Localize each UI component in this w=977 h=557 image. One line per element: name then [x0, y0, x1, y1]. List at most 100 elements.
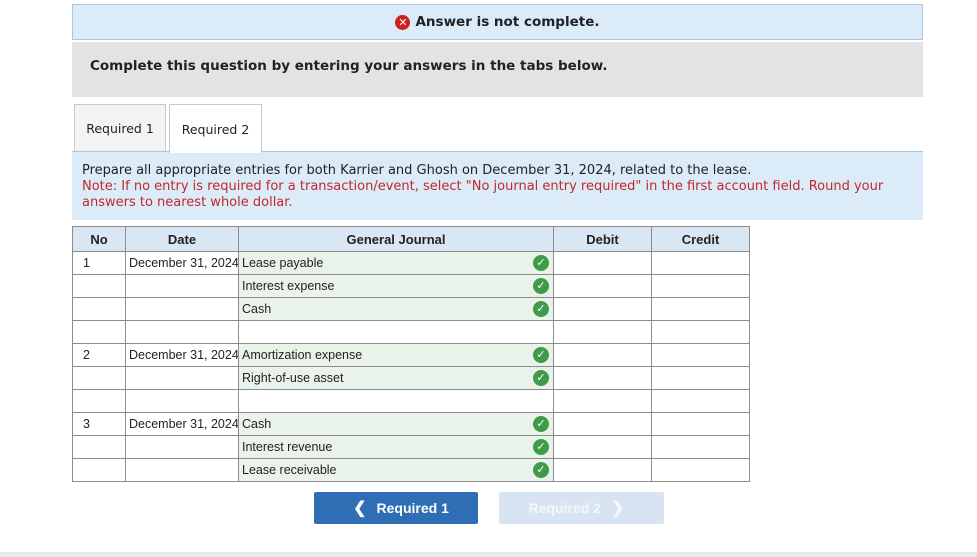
table-row: [72, 320, 750, 344]
date-cell[interactable]: [125, 435, 239, 459]
prev-button-label: Required 1: [376, 500, 449, 516]
x-icon: ✕: [395, 14, 411, 30]
date-cell[interactable]: December 31, 2024: [125, 343, 239, 367]
credit-field[interactable]: [651, 366, 750, 390]
date-cell[interactable]: [125, 458, 239, 482]
check-icon: ✓: [533, 439, 549, 455]
account-name: Lease receivable: [242, 463, 337, 477]
account-field[interactable]: [238, 389, 554, 413]
debit-field[interactable]: [553, 458, 652, 482]
check-icon: ✓: [533, 416, 549, 432]
divider: [0, 552, 977, 557]
account-field[interactable]: Interest expense ✓: [238, 274, 554, 298]
table-row: Cash ✓: [72, 297, 750, 321]
date-cell[interactable]: [125, 366, 239, 390]
account-name: Right-of-use asset: [242, 371, 344, 385]
debit-field[interactable]: [553, 274, 652, 298]
debit-field[interactable]: [553, 343, 652, 367]
credit-field[interactable]: [651, 320, 750, 344]
account-name: Amortization expense: [242, 348, 363, 362]
debit-field[interactable]: [553, 366, 652, 390]
account-field[interactable]: Lease receivable ✓: [238, 458, 554, 482]
date-cell[interactable]: December 31, 2024: [125, 412, 239, 436]
check-icon: ✓: [533, 462, 549, 478]
account-name: Cash: [242, 417, 272, 431]
account-field[interactable]: Cash ✓: [238, 412, 554, 436]
check-icon: ✓: [533, 370, 549, 386]
tab-required-1[interactable]: Required 1: [74, 104, 166, 152]
table-row: Interest expense ✓: [72, 274, 750, 298]
entry-no-cell: [72, 297, 126, 321]
chevron-right-icon: ❯: [610, 500, 625, 517]
entry-no-cell: [72, 320, 126, 344]
next-required-button[interactable]: Required 2 ❯: [499, 492, 664, 524]
account-field[interactable]: [238, 320, 554, 344]
date-cell[interactable]: [125, 297, 239, 321]
credit-field[interactable]: [651, 343, 750, 367]
check-icon: ✓: [533, 255, 549, 271]
entry-no-cell: 2: [72, 343, 126, 367]
date-cell[interactable]: [125, 320, 239, 344]
account-name: Interest expense: [242, 279, 335, 293]
question-text: Prepare all appropriate entries for both…: [82, 163, 752, 178]
debit-field[interactable]: [553, 251, 652, 275]
account-field[interactable]: Cash ✓: [238, 297, 554, 321]
date-cell[interactable]: [125, 274, 239, 298]
banner-text: Answer is not complete.: [415, 14, 600, 30]
debit-field[interactable]: [553, 297, 652, 321]
credit-field[interactable]: [651, 435, 750, 459]
date-cell[interactable]: December 31, 2024: [125, 251, 239, 275]
table-row: Interest revenue ✓: [72, 435, 750, 459]
debit-field[interactable]: [553, 412, 652, 436]
instruction-text: Complete this question by entering your …: [90, 58, 608, 74]
credit-field[interactable]: [651, 412, 750, 436]
header-general-journal: General Journal: [238, 226, 554, 252]
header-no: No: [72, 226, 126, 252]
table-row: 1 December 31, 2024 Lease payable ✓: [72, 251, 750, 275]
date-cell[interactable]: [125, 389, 239, 413]
header-credit: Credit: [651, 226, 750, 252]
header-debit: Debit: [553, 226, 652, 252]
check-icon: ✓: [533, 301, 549, 317]
tab-required-2[interactable]: Required 2: [169, 104, 262, 153]
table-header-row: No Date General Journal Debit Credit: [72, 226, 750, 252]
header-date: Date: [125, 226, 239, 252]
table-row: Right-of-use asset ✓: [72, 366, 750, 390]
next-button-label: Required 2: [528, 500, 601, 516]
entry-no-cell: [72, 274, 126, 298]
instruction-panel: Complete this question by entering your …: [72, 42, 923, 97]
debit-field[interactable]: [553, 320, 652, 344]
entry-no-cell: 1: [72, 251, 126, 275]
account-field[interactable]: Right-of-use asset ✓: [238, 366, 554, 390]
prev-required-button[interactable]: ❮ Required 1: [314, 492, 478, 524]
account-name: Interest revenue: [242, 440, 333, 454]
table-row: 3 December 31, 2024 Cash ✓: [72, 412, 750, 436]
check-icon: ✓: [533, 347, 549, 363]
entry-no-cell: 3: [72, 412, 126, 436]
table-row: 2 December 31, 2024 Amortization expense ✓: [72, 343, 750, 367]
chevron-left-icon: ❮: [353, 500, 367, 517]
credit-field[interactable]: [651, 251, 750, 275]
debit-field[interactable]: [553, 435, 652, 459]
account-name: Cash: [242, 302, 272, 316]
credit-field[interactable]: [651, 458, 750, 482]
entry-no-cell: [72, 389, 126, 413]
account-field[interactable]: Interest revenue ✓: [238, 435, 554, 459]
entry-no-cell: [72, 435, 126, 459]
answer-status-banner: ✕ Answer is not complete.: [72, 4, 923, 40]
account-field[interactable]: Lease payable ✓: [238, 251, 554, 275]
table-row: Lease receivable ✓: [72, 458, 750, 482]
entry-no-cell: [72, 458, 126, 482]
credit-field[interactable]: [651, 389, 750, 413]
question-note: Note: If no entry is required for a tran…: [82, 179, 884, 210]
credit-field[interactable]: [651, 274, 750, 298]
table-row: [72, 389, 750, 413]
account-field[interactable]: Amortization expense ✓: [238, 343, 554, 367]
credit-field[interactable]: [651, 297, 750, 321]
question-panel: Prepare all appropriate entries for both…: [72, 151, 923, 220]
general-journal-table: No Date General Journal Debit Credit 1 De…: [72, 226, 750, 482]
check-icon: ✓: [533, 278, 549, 294]
entry-no-cell: [72, 366, 126, 390]
debit-field[interactable]: [553, 389, 652, 413]
account-name: Lease payable: [242, 256, 324, 270]
